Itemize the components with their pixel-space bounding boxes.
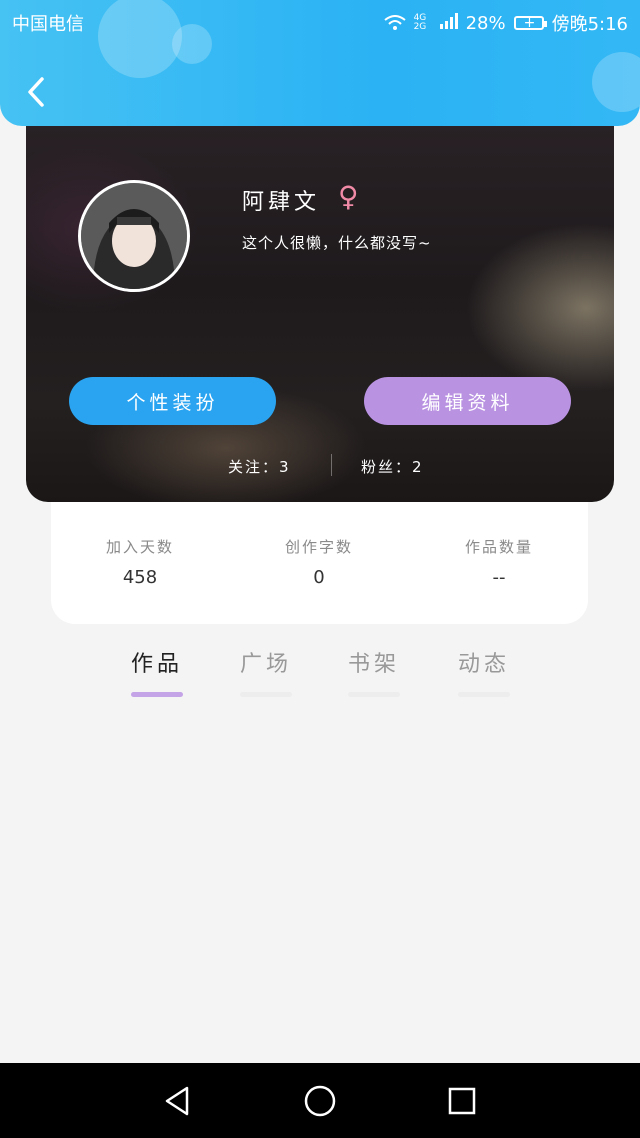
status-bar: 中国电信 4G 2G 28% + 傍晚5:16 — [0, 0, 640, 42]
stat-value: 458 — [122, 567, 158, 588]
nav-recents-button[interactable] — [444, 1083, 480, 1119]
social-stats: 关注：3 粉丝：2 — [26, 454, 614, 478]
triangle-back-icon — [165, 1086, 189, 1116]
stats-panel: 加入天数 458 创作字数 0 作品数量 -- — [51, 492, 588, 624]
square-recents-icon — [448, 1087, 476, 1115]
stat-value: 0 — [313, 567, 325, 588]
profile-card: 阿肆文 ♀ 这个人很懒，什么都没写~ 个性装扮 编辑资料 关注：3 粉丝：2 — [26, 108, 614, 502]
content-tabs: 作品 广场 书架 动态 — [0, 646, 640, 706]
tab-works[interactable]: 作品 — [117, 646, 197, 697]
carrier-label: 中国电信 — [12, 14, 84, 35]
status-right: 4G 2G 28% + 傍晚5:16 — [383, 10, 628, 36]
avatar[interactable] — [78, 180, 190, 292]
dress-up-button[interactable]: 个性装扮 — [69, 377, 276, 425]
battery-icon: + — [513, 15, 547, 31]
nav-home-button[interactable] — [302, 1083, 338, 1119]
tab-label: 广场 — [239, 652, 292, 677]
network-type-label: 4G 2G — [413, 13, 427, 32]
tab-label: 作品 — [130, 652, 183, 677]
stat-label: 创作字数 — [284, 538, 353, 556]
circle-home-icon — [304, 1085, 336, 1117]
bio-text: 这个人很懒，什么都没写~ — [242, 234, 432, 252]
tab-activity[interactable]: 动态 — [444, 646, 524, 697]
tab-indicator — [458, 692, 510, 697]
wifi-icon — [383, 15, 406, 31]
nav-back-button[interactable] — [160, 1083, 196, 1119]
header-bar: 中国电信 4G 2G 28% + 傍晚5:16 — [0, 0, 640, 126]
tab-indicator — [348, 692, 400, 697]
stat-word-count: 创作字数 0 — [249, 536, 389, 588]
tab-bookshelf[interactable]: 书架 — [334, 646, 414, 697]
back-button[interactable] — [22, 72, 52, 112]
avatar-image — [81, 183, 187, 289]
stat-value: -- — [492, 567, 506, 588]
edit-profile-button[interactable]: 编辑资料 — [364, 377, 571, 425]
female-icon: ♀ — [338, 180, 359, 213]
battery-percent: 28% — [465, 12, 506, 34]
chevron-left-icon — [28, 77, 44, 107]
stat-works-count: 作品数量 -- — [429, 536, 569, 588]
tab-square[interactable]: 广场 — [226, 646, 306, 697]
divider — [331, 454, 332, 476]
fans-count[interactable]: 粉丝：2 — [361, 456, 424, 477]
stat-label: 作品数量 — [464, 538, 533, 556]
tab-indicator — [240, 692, 292, 697]
system-nav-bar — [0, 1063, 640, 1138]
signal-icon — [439, 12, 458, 34]
tab-label: 动态 — [457, 652, 510, 677]
username: 阿肆文 — [242, 190, 321, 215]
decor-bubble — [592, 52, 640, 112]
tab-indicator — [131, 692, 183, 697]
clock-label: 傍晚5:16 — [551, 14, 628, 35]
stat-label: 加入天数 — [105, 538, 174, 556]
tab-label: 书架 — [347, 652, 400, 677]
following-count[interactable]: 关注：3 — [228, 456, 291, 477]
stat-join-days: 加入天数 458 — [70, 536, 210, 588]
